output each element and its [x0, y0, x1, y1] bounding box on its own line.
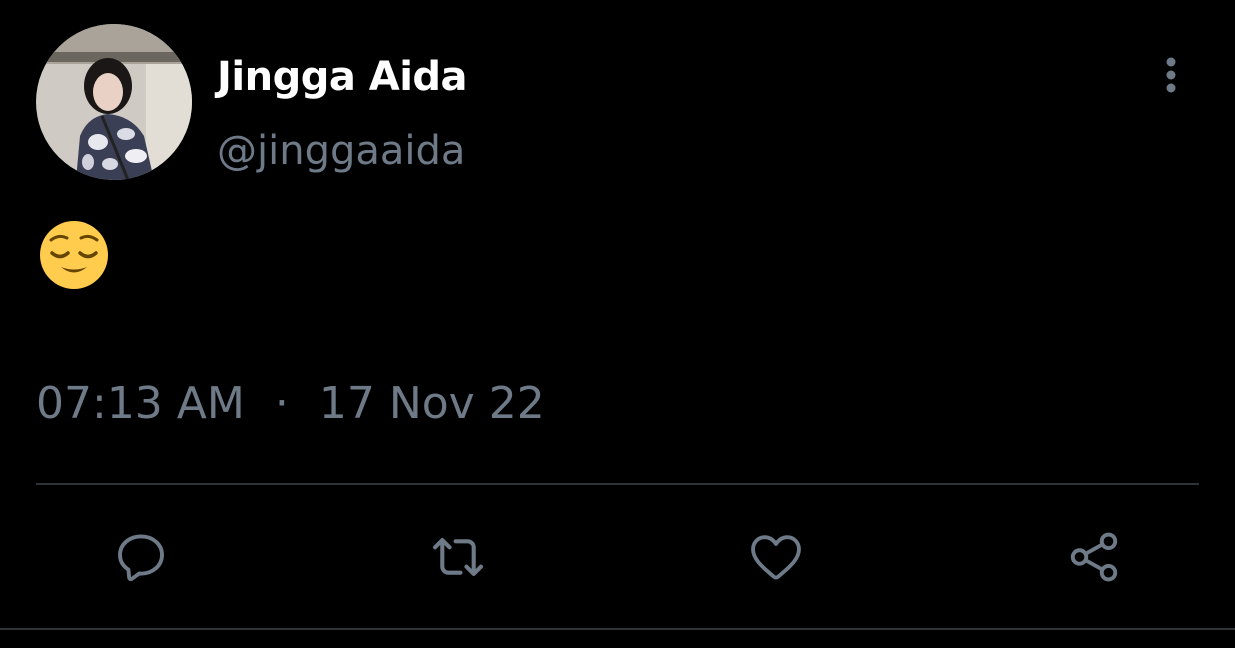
divider [36, 483, 1199, 485]
avatar[interactable] [36, 24, 192, 180]
like-button[interactable] [744, 525, 808, 589]
relieved-face-emoji [39, 220, 109, 290]
retweet-button[interactable] [426, 525, 490, 589]
author-handle[interactable]: @jinggaaida [217, 127, 465, 175]
heart-icon [751, 535, 801, 580]
share-button[interactable] [1062, 525, 1126, 589]
tweet-date: 17 Nov 22 [318, 378, 545, 429]
reply-button[interactable] [109, 525, 173, 589]
more-options-icon[interactable] [1156, 56, 1186, 96]
reply-icon [118, 534, 164, 582]
bottom-divider [0, 628, 1235, 630]
tweet-time: 07:13 AM [36, 378, 245, 429]
timestamp-separator: · [274, 378, 289, 429]
author-display-name[interactable]: Jingga Aida [217, 53, 468, 101]
share-icon [1070, 532, 1118, 582]
retweet-icon [432, 538, 484, 576]
avatar-image [36, 24, 192, 180]
tweet-timestamp: 07:13 AM · 17 Nov 22 [36, 378, 545, 430]
